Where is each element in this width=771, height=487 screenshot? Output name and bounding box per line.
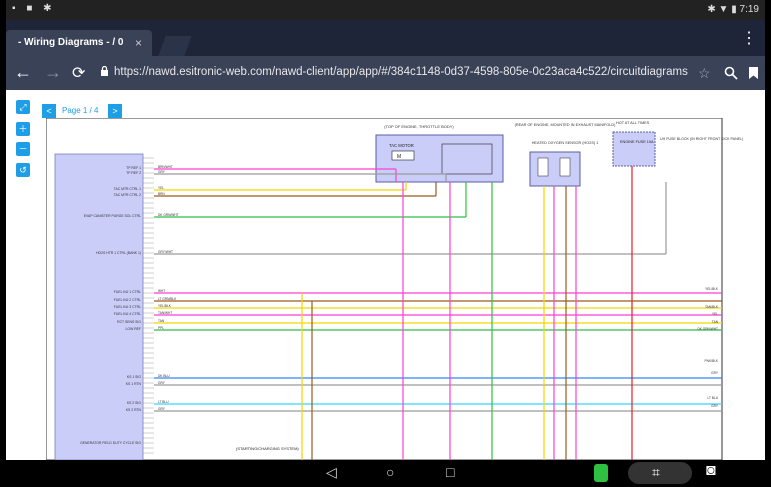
o2-note: (REAR OF ENGINE, MOUNTED IN EXHAUST MANI… xyxy=(515,123,617,127)
wire-label: GRY xyxy=(158,381,166,385)
wire-label: LT BLU xyxy=(158,400,169,404)
home-nav-icon[interactable]: ○ xyxy=(386,464,394,480)
ecm-label: KS 2 RTN xyxy=(126,408,142,412)
ecm-label: TAC MTR CTRL 2 xyxy=(114,193,141,197)
battery-icon: ▮ xyxy=(731,4,737,15)
url-field[interactable]: https://nawd.esitronic-web.com/nawd-clie… xyxy=(114,66,694,78)
wiring-diagram: TP REF 1TP REF 2 TAC MTR CTRL 1 TAC MTR CT… xyxy=(46,118,743,460)
ecm-label: TP REF 1 xyxy=(126,166,141,170)
tac-motor-icon xyxy=(391,150,415,161)
wire-label: LT GRN/BLK xyxy=(158,297,177,301)
back-nav-icon[interactable]: ◁ xyxy=(326,464,337,481)
bookmark-icon[interactable] xyxy=(748,66,759,80)
zoom-out-icon[interactable]: － xyxy=(16,142,30,156)
o2-sensor-component xyxy=(529,151,581,187)
o2-element-icon xyxy=(537,157,549,177)
right-wire-label: LT BLU xyxy=(707,396,718,400)
ecm-pin-numbers xyxy=(143,157,154,454)
wire-label: WHT xyxy=(158,289,165,293)
back-icon[interactable]: ← xyxy=(14,62,32,83)
forward-icon[interactable]: → xyxy=(44,62,62,83)
prev-page-button[interactable]: < xyxy=(42,104,56,118)
screenshot-icon[interactable]: ⌗ xyxy=(652,464,660,481)
wire-harness: BRN/WHTGRYYELBRNDK GRN/WHTGRY/WHTWHTLT G… xyxy=(154,165,722,460)
close-tab-icon[interactable]: × xyxy=(135,36,142,50)
tab-title: - Wiring Diagrams - / 0 xyxy=(18,37,124,48)
wire-label: BRN xyxy=(158,192,165,196)
screenshot-pill[interactable] xyxy=(628,462,692,484)
right-wire-labels: YEL/BLK TAN/BLK YEL TAN DK GRN/WHT PNK/BLK GRY… xyxy=(697,287,718,408)
o2-label: HEATED OXYGEN SENSOR (HO2S) 1 xyxy=(532,141,599,145)
notification-icons: ▪ ■ ✱ xyxy=(12,3,56,14)
o2-heater-icon xyxy=(559,157,571,177)
ecm-label: HO2S HTR 1 CTRL (BANK 1) xyxy=(96,251,141,255)
fuse-block-component xyxy=(612,131,656,167)
fuse-note: HOT AT ALL TIMES xyxy=(616,121,650,125)
wire-label: GRY xyxy=(158,170,166,174)
throttle-note: (TOP OF ENGINE, THROTTLE BODY) xyxy=(384,124,454,129)
clock: 7:19 xyxy=(739,4,759,15)
tac-motor-label: TAC MOTOR xyxy=(389,143,414,148)
right-wire-label: PNK/BLK xyxy=(705,359,719,363)
ecm-label: GENERATOR FIELD DUTY CYCLE SIG xyxy=(80,441,141,445)
search-icon[interactable] xyxy=(724,66,738,80)
page-label: Page 1 / 4 xyxy=(62,106,99,115)
ecm-label: EVAP CANISTER PURGE SOL CTRL xyxy=(84,214,141,218)
system-nav-bar: ◁ ○ □ ⌗ ◙ xyxy=(6,460,765,487)
lock-icon xyxy=(101,66,108,76)
next-page-button[interactable]: > xyxy=(108,104,122,118)
zoom-in-icon[interactable]: ＋ xyxy=(16,122,30,136)
fuse-label: ENGINE FUSE 10A xyxy=(620,140,654,144)
right-wire-label: TAN xyxy=(712,320,719,324)
wifi-icon: ▼ xyxy=(718,4,729,15)
bookmark-star-icon[interactable]: ☆ xyxy=(698,65,711,82)
ecm-label: KS 1 RTN xyxy=(126,382,142,386)
reload-icon[interactable]: ⟳ xyxy=(72,63,85,83)
right-wire-label: YEL xyxy=(712,312,718,316)
wire-label: BRN/WHT xyxy=(158,165,173,169)
reset-icon[interactable]: ↺ xyxy=(16,163,30,177)
wire-label: DK BLU xyxy=(158,374,170,378)
ecm-label: KS 2 SIG xyxy=(127,401,141,405)
camera-icon[interactable]: ◙ xyxy=(706,462,716,480)
right-wire-label: YEL/BLK xyxy=(705,287,719,291)
ecm-label: FUEL INJ 2 CTRL xyxy=(114,298,141,302)
recents-nav-icon[interactable]: □ xyxy=(446,464,454,480)
wire-label: TAN xyxy=(158,319,165,323)
overflow-menu-icon[interactable]: ⋮ xyxy=(741,28,757,48)
wire-label: YEL/BLK xyxy=(158,304,172,308)
expand-icon[interactable]: ⤢ xyxy=(16,100,30,114)
ecm-label: LOW REF xyxy=(126,327,141,331)
wire-label: GRY xyxy=(158,407,166,411)
new-tab-button[interactable] xyxy=(158,36,192,56)
bluetooth-icon: ✱ xyxy=(707,4,716,15)
ecm-label: KS 1 SIG xyxy=(127,375,141,379)
motor-symbol: M xyxy=(397,154,401,160)
right-wire-label: GRY xyxy=(711,404,719,408)
ecm-label: FUEL INJ 1 CTRL xyxy=(114,290,141,294)
ecm-label: FUEL INJ 4 CTRL xyxy=(114,312,141,316)
ecm-label: RCT SENS SIG xyxy=(117,320,141,324)
wire-label: YEL xyxy=(158,186,164,190)
device-screen: ▪ ■ ✱ ✱ ▼ ▮ 7:19 - Wiring Diagrams - / 0… xyxy=(6,0,765,487)
wire-label: GRY/WHT xyxy=(158,250,173,254)
right-wire-label: TAN/BLK xyxy=(705,305,719,309)
generator-note: (STARTING/CHARGING SYSTEM) xyxy=(236,446,299,451)
ecm-label: FUEL INJ 3 CTRL xyxy=(114,305,141,309)
ecm-label: TP REF 2 xyxy=(126,171,141,175)
right-wire-label: DK GRN/WHT xyxy=(697,327,718,331)
ecm-label: TAC MTR CTRL 1 xyxy=(114,187,141,191)
green-app-icon[interactable] xyxy=(594,464,608,482)
status-right: ✱ ▼ ▮ 7:19 xyxy=(707,4,759,15)
fuse-block-label: UH FUSE BLOCK (IN RIGHT FRONT KICK PANEL… xyxy=(660,137,743,141)
tab-wiring-diagrams[interactable]: - Wiring Diagrams - / 0 × xyxy=(6,30,152,56)
system-status-bar: ▪ ■ ✱ ✱ ▼ ▮ 7:19 xyxy=(6,0,765,20)
wire-label: DK GRN/WHT xyxy=(158,213,179,217)
wire-label: PPL xyxy=(158,326,164,330)
wire-label: TAN/WHT xyxy=(158,311,172,315)
address-bar: ← → ⟳ https://nawd.esitronic-web.com/naw… xyxy=(6,56,765,90)
right-wire-label: GRY xyxy=(711,371,719,375)
browser-tab-strip: - Wiring Diagrams - / 0 × xyxy=(6,20,765,56)
diagram-viewport[interactable]: ⤢ ＋ － ↺ < Page 1 / 4 > TP REF 1 TP REF 2T… xyxy=(6,90,765,460)
